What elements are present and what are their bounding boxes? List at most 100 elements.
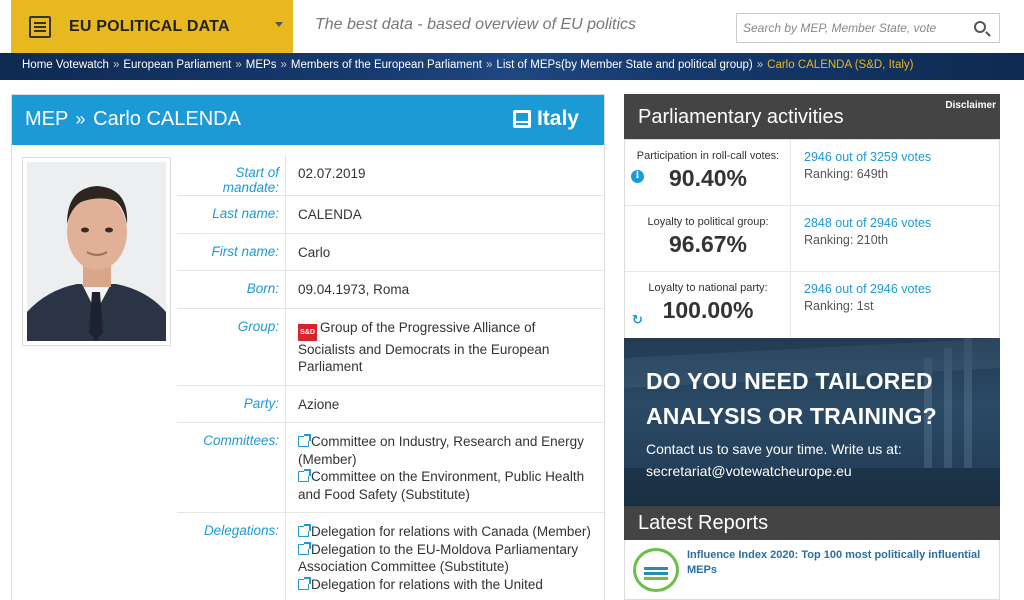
external-link-icon <box>298 576 311 590</box>
committee-link[interactable]: Committee on the Environment, Public Hea… <box>298 468 593 503</box>
country-flag-icon <box>512 110 531 128</box>
site-tagline: The best data - based overview of EU pol… <box>315 16 637 33</box>
search-icon[interactable] <box>974 21 986 33</box>
committees-label: Committees: <box>177 423 286 512</box>
stat-label: Loyalty to national party: <box>648 282 768 294</box>
born-label: Born: <box>177 271 286 308</box>
breadcrumb-home[interactable]: Home Votewatch <box>22 59 109 71</box>
external-link-icon <box>298 434 311 447</box>
breadcrumb-current: Carlo CALENDA (S&D, Italy) <box>767 59 914 71</box>
mep-profile-panel: MEP » Carlo CALENDA Italy Start of manda… <box>11 94 605 600</box>
activities-title: Parliamentary activities <box>638 106 844 128</box>
stat-summary: Loyalty to national party: 100.00% ↻ <box>625 272 791 338</box>
stat-summary: Participation in roll-call votes: 90.40%… <box>625 140 791 206</box>
delegation-link[interactable]: Delegation for relations with the United <box>298 576 593 594</box>
committee-name: Committee on Industry, Research and Ener… <box>298 434 584 467</box>
activity-stats: Participation in roll-call votes: 90.40%… <box>624 139 1000 339</box>
external-link-icon <box>298 469 311 482</box>
stat-ranking: Ranking: 1st <box>804 299 874 313</box>
committees-list: Committee on Industry, Research and Ener… <box>286 423 604 512</box>
delegations-label: Delegations: <box>177 513 286 600</box>
born-value: 09.04.1973, Roma <box>298 282 410 297</box>
stat-value: 100.00% <box>662 297 754 323</box>
party-label: Party: <box>177 385 286 422</box>
breadcrumb: Home Votewatch» European Parliament» MEPs»… <box>22 59 914 71</box>
first-name-label: First name: <box>177 233 286 270</box>
info-row-delegations: Delegations: Delegation for relations wi… <box>177 513 604 600</box>
search-box <box>736 13 1000 43</box>
group-label: Group: <box>177 308 286 385</box>
committee-link[interactable]: Committee on Industry, Research and Ener… <box>298 433 593 468</box>
delegation-link[interactable]: Delegation to the EU-Moldova Parliamenta… <box>298 541 593 576</box>
info-row-last-name: Last name: CALENDA <box>177 196 604 234</box>
first-name-value: Carlo <box>298 244 331 260</box>
report-item[interactable]: Influence Index 2020: Top 100 most polit… <box>624 540 1000 600</box>
group-value: S&D Group of the Progressive Alliance of … <box>286 309 604 385</box>
mep-info-table: Start of mandate: 02.07.2019 Last name: … <box>177 155 604 600</box>
mep-header: MEP » Carlo CALENDA Italy <box>12 95 604 145</box>
double-chevron-icon: » <box>75 109 86 129</box>
activities-header: Parliamentary activities Disclaimer <box>624 94 1000 139</box>
breadcrumb-separator: » <box>280 59 287 71</box>
breadcrumb-separator: » <box>486 59 493 71</box>
latest-reports-header: Latest Reports <box>624 506 1000 540</box>
page-title: MEP » Carlo CALENDA <box>25 108 241 131</box>
breadcrumb-meps[interactable]: MEPs <box>246 59 277 71</box>
last-name-label: Last name: <box>177 196 286 233</box>
delegations-list: Delegation for relations with Canada (Me… <box>286 513 604 600</box>
external-link-icon <box>298 524 311 537</box>
disclaimer-link[interactable]: Disclaimer <box>945 100 996 111</box>
sd-group-logo: S&D <box>298 323 317 341</box>
training-promo-banner[interactable]: DO YOU NEED TAILORED ANALYSIS OR TRAININ… <box>624 338 1000 506</box>
history-icon[interactable]: ↻ <box>631 314 644 327</box>
portrait-image <box>27 162 166 341</box>
mep-prefix: MEP <box>25 108 68 130</box>
info-row-mandate: Start of mandate: 02.07.2019 <box>177 155 604 196</box>
latest-reports-title: Latest Reports <box>638 512 769 534</box>
stat-ranking: Ranking: 210th <box>804 233 889 247</box>
info-row-born: Born: 09.04.1973, Roma <box>177 271 604 309</box>
stat-label: Participation in roll-call votes: <box>636 150 780 162</box>
stat-votes-link[interactable]: 2946 out of 2946 votes <box>804 282 931 296</box>
country-link[interactable]: Italy <box>512 107 579 131</box>
stat-value: 90.40% <box>668 165 747 191</box>
report-title: Influence Index 2020: Top 100 most polit… <box>687 549 981 576</box>
promo-contact-text: Contact us to save your time. Write us a… <box>646 441 902 479</box>
mep-photo <box>27 162 166 341</box>
delegation-name: Delegation for relations with Canada (Me… <box>311 524 591 539</box>
breadcrumb-members[interactable]: Members of the European Parliament <box>291 59 482 71</box>
breadcrumb-list-of-meps[interactable]: List of MEPs(by Member State and politic… <box>496 59 752 71</box>
info-row-party: Party: Azione <box>177 385 604 423</box>
mep-photo-frame <box>22 157 171 346</box>
mandate-label: Start of mandate: <box>177 155 286 195</box>
stat-label: Loyalty to political group: <box>647 216 769 228</box>
breadcrumb-separator: » <box>756 59 764 71</box>
delegation-link[interactable]: Delegation for relations with Canada (Me… <box>298 523 593 541</box>
info-icon[interactable]: i <box>631 170 644 183</box>
committee-name: Committee on the Environment, Public Hea… <box>298 469 585 502</box>
delegation-name: Delegation to the EU-Moldova Parliamenta… <box>298 541 579 575</box>
party-value: Azione <box>298 396 340 412</box>
logo-title: EU POLITICAL DATA <box>69 17 230 35</box>
influence-index-thumbnail <box>633 548 679 592</box>
info-row-committees: Committees: Committee on Industry, Resea… <box>177 423 604 513</box>
country-name: Italy <box>536 107 579 130</box>
breadcrumb-european-parliament[interactable]: European Parliament <box>123 59 231 71</box>
mep-name: Carlo CALENDA <box>93 108 241 130</box>
promo-heading: DO YOU NEED TAILORED ANALYSIS OR TRAININ… <box>646 368 937 429</box>
stat-loyalty-group: Loyalty to political group: 96.67% 2848 … <box>625 206 999 272</box>
site-logo-menu[interactable]: EU POLITICAL DATA <box>11 0 293 53</box>
external-link-icon <box>298 541 311 555</box>
last-name-value: CALENDA <box>298 207 362 222</box>
delegation-name: Delegation for relations with the United <box>311 576 543 592</box>
group-name: Group of the Progressive Alliance of Soc… <box>298 319 550 375</box>
info-row-first-name: First name: Carlo <box>177 233 604 271</box>
stat-value: 96.67% <box>668 231 747 257</box>
stat-votes-link[interactable]: 2946 out of 3259 votes <box>804 150 931 164</box>
search-input[interactable] <box>737 14 957 42</box>
stat-votes-link[interactable]: 2848 out of 2946 votes <box>804 216 931 230</box>
stat-ranking: Ranking: 649th <box>804 167 889 181</box>
top-header: EU POLITICAL DATA The best data - based … <box>0 0 1024 53</box>
breadcrumb-bar: Home Votewatch» European Parliament» MEPs»… <box>0 53 1024 80</box>
stat-summary: Loyalty to political group: 96.67% <box>625 206 791 272</box>
